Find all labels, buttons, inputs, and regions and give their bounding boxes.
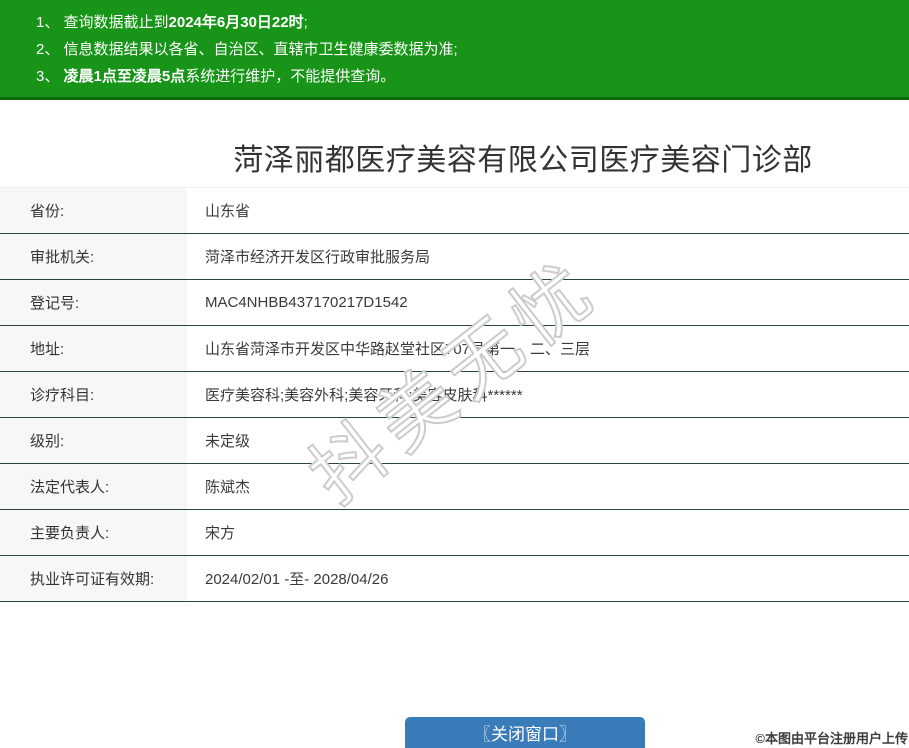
row-label: 审批机关: <box>0 234 187 279</box>
row-value: 山东省 <box>205 203 251 220</box>
row-value: 2024/02/01 -至- 2028/04/26 <box>205 571 389 588</box>
table-row-level: 级别: 未定级 <box>0 418 909 464</box>
row-value: 宋方 <box>205 525 236 542</box>
row-label: 登记号: <box>0 280 187 325</box>
row-value: 山东省菏泽市开发区中华路赵堂社区707号第一、二、三层 <box>205 341 591 358</box>
credit-watermark: ©本图由平台注册用户上传 <box>755 731 908 746</box>
row-label: 法定代表人: <box>0 464 187 509</box>
table-row-license-validity: 执业许可证有效期: 2024/02/01 -至- 2028/04/26 <box>0 556 909 602</box>
row-value: 医疗美容科;美容外科;美容牙科;美容皮肤科****** <box>205 387 523 404</box>
table-row-principal: 主要负责人: 宋方 <box>0 510 909 556</box>
notice-text: 系统进行维护，不能提供查询。 <box>185 68 396 85</box>
row-label: 主要负责人: <box>0 510 187 555</box>
row-label: 省份: <box>0 188 187 233</box>
notice-line-1: 1、 查询数据截止到2024年6月30日22时; <box>36 9 889 36</box>
row-label: 地址: <box>0 326 187 371</box>
table-row-approval-authority: 审批机关: 菏泽市经济开发区行政审批服务局 <box>0 234 909 280</box>
table-row-medical-subjects: 诊疗科目: 医疗美容科;美容外科;美容牙科;美容皮肤科****** <box>0 372 909 418</box>
row-label: 级别: <box>0 418 187 463</box>
info-table: 省份: 山东省 审批机关: 菏泽市经济开发区行政审批服务局 登记号: MAC4N… <box>0 187 909 602</box>
notice-text: 3、 <box>36 68 64 85</box>
notice-text: 2、 信息数据结果以各省、自治区、直辖市卫生健康委数据为准; <box>36 41 458 58</box>
table-row-legal-representative: 法定代表人: 陈斌杰 <box>0 464 909 510</box>
close-window-button[interactable]: 〖关闭窗口〗 <box>405 717 645 748</box>
notice-bold-text: 2024年6月30日22时 <box>168 14 304 31</box>
notice-bar: 1、 查询数据截止到2024年6月30日22时; 2、 信息数据结果以各省、自治… <box>0 0 909 100</box>
row-label: 诊疗科目: <box>0 372 187 417</box>
row-value: 菏泽市经济开发区行政审批服务局 <box>205 249 431 266</box>
notice-line-3: 3、 凌晨1点至凌晨5点系统进行维护，不能提供查询。 <box>36 63 889 90</box>
table-row-province: 省份: 山东省 <box>0 188 909 234</box>
row-label: 执业许可证有效期: <box>0 556 187 601</box>
notice-text: ; <box>303 14 308 31</box>
notice-line-2: 2、 信息数据结果以各省、自治区、直辖市卫生健康委数据为准; <box>36 36 889 63</box>
notice-text: 1、 查询数据截止到 <box>36 14 169 31</box>
row-value: 未定级 <box>205 433 251 450</box>
notice-bold-text: 凌晨1点至凌晨5点 <box>63 68 186 85</box>
page-title: 菏泽丽都医疗美容有限公司医疗美容门诊部 <box>233 144 813 177</box>
table-row-registration-number: 登记号: MAC4NHBB437170217D1542 <box>0 280 909 326</box>
row-value: MAC4NHBB437170217D1542 <box>205 294 408 311</box>
table-row-address: 地址: 山东省菏泽市开发区中华路赵堂社区707号第一、二、三层 <box>0 326 909 372</box>
row-value: 陈斌杰 <box>205 479 251 496</box>
